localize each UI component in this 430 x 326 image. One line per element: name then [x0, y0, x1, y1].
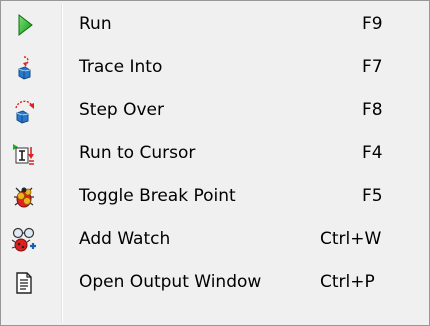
menu-item-label: Toggle Break Point — [79, 186, 236, 206]
menu-item-run[interactable]: Run F9 — [4, 4, 426, 44]
menu-item-label: Run to Cursor — [79, 143, 196, 163]
menu-item-shortcut: F9 — [362, 14, 383, 34]
menu-item-shortcut: F8 — [362, 100, 383, 120]
step-over-icon — [15, 100, 34, 124]
menu-item-shortcut: Ctrl+P — [320, 272, 375, 292]
context-menu: Run F9 Trace Into F7 Step Over F8 Run to… — [0, 0, 430, 326]
menu-item-step-over[interactable]: Step Over F8 — [4, 90, 426, 130]
menu-item-label: Run — [79, 14, 112, 34]
menu-item-toggle-break-point[interactable]: Toggle Break Point F5 — [4, 176, 426, 216]
menu-item-shortcut: F4 — [362, 143, 383, 163]
watch-icon — [11, 227, 36, 252]
menu-item-label: Open Output Window — [79, 272, 262, 292]
menu-item-shortcut: F7 — [362, 57, 383, 77]
menu-item-shortcut: F5 — [362, 186, 383, 206]
document-icon — [16, 272, 32, 294]
menu-item-label: Trace Into — [79, 57, 163, 77]
menu-item-open-output-window[interactable]: Open Output Window Ctrl+P — [4, 262, 426, 302]
menu-item-label: Step Over — [79, 100, 164, 120]
run-to-cursor-icon — [13, 144, 34, 165]
menu-item-label: Add Watch — [79, 229, 171, 249]
trace-into-icon — [18, 56, 31, 80]
menu-item-run-to-cursor[interactable]: Run to Cursor F4 — [4, 133, 426, 173]
run-icon — [18, 13, 33, 37]
menu-item-add-watch[interactable]: Add Watch Ctrl+W — [4, 219, 426, 259]
menu-item-trace-into[interactable]: Trace Into F7 — [4, 47, 426, 87]
bug-icon — [14, 187, 34, 208]
menu-item-shortcut: Ctrl+W — [320, 229, 382, 249]
